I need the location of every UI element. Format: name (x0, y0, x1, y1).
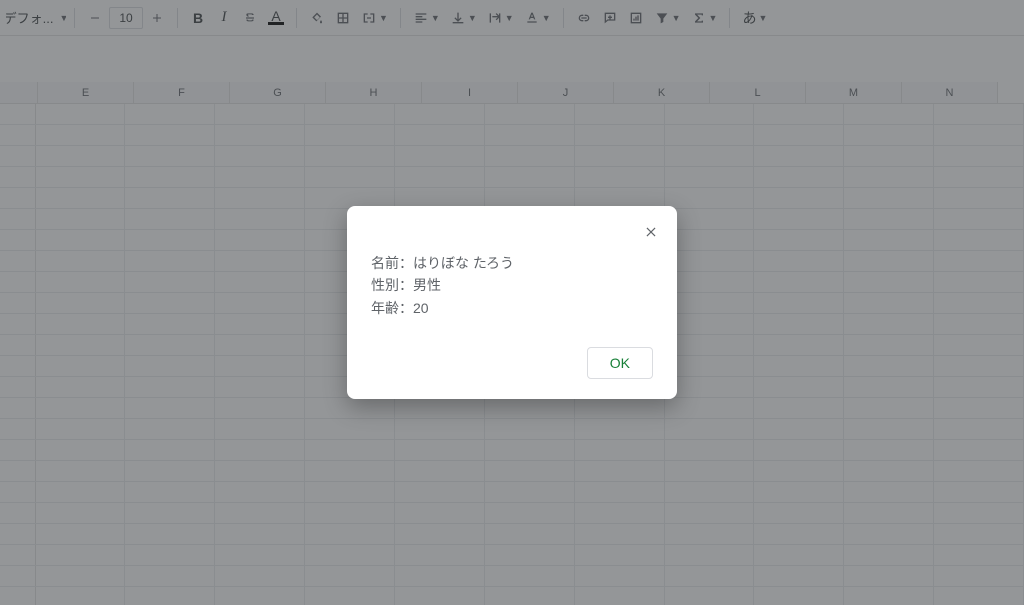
alert-dialog: 名前：はりぼな たろう 性別：男性 年齢：20 OK (347, 206, 677, 399)
ok-button[interactable]: OK (587, 347, 653, 379)
app-root: デフォ... ▼ 10 B I A ▼ (0, 0, 1024, 605)
dialog-body: 名前：はりぼな たろう 性別：男性 年齢：20 (371, 252, 653, 319)
dialog-actions: OK (371, 347, 653, 379)
modal-overlay: 名前：はりぼな たろう 性別：男性 年齢：20 OK (0, 0, 1024, 605)
close-icon (644, 225, 658, 239)
dialog-line-gender: 性別：男性 (371, 274, 653, 296)
close-button[interactable] (639, 220, 663, 244)
dialog-line-age: 年齢：20 (371, 297, 653, 319)
ok-button-label: OK (610, 355, 630, 371)
dialog-line-name: 名前：はりぼな たろう (371, 252, 653, 274)
